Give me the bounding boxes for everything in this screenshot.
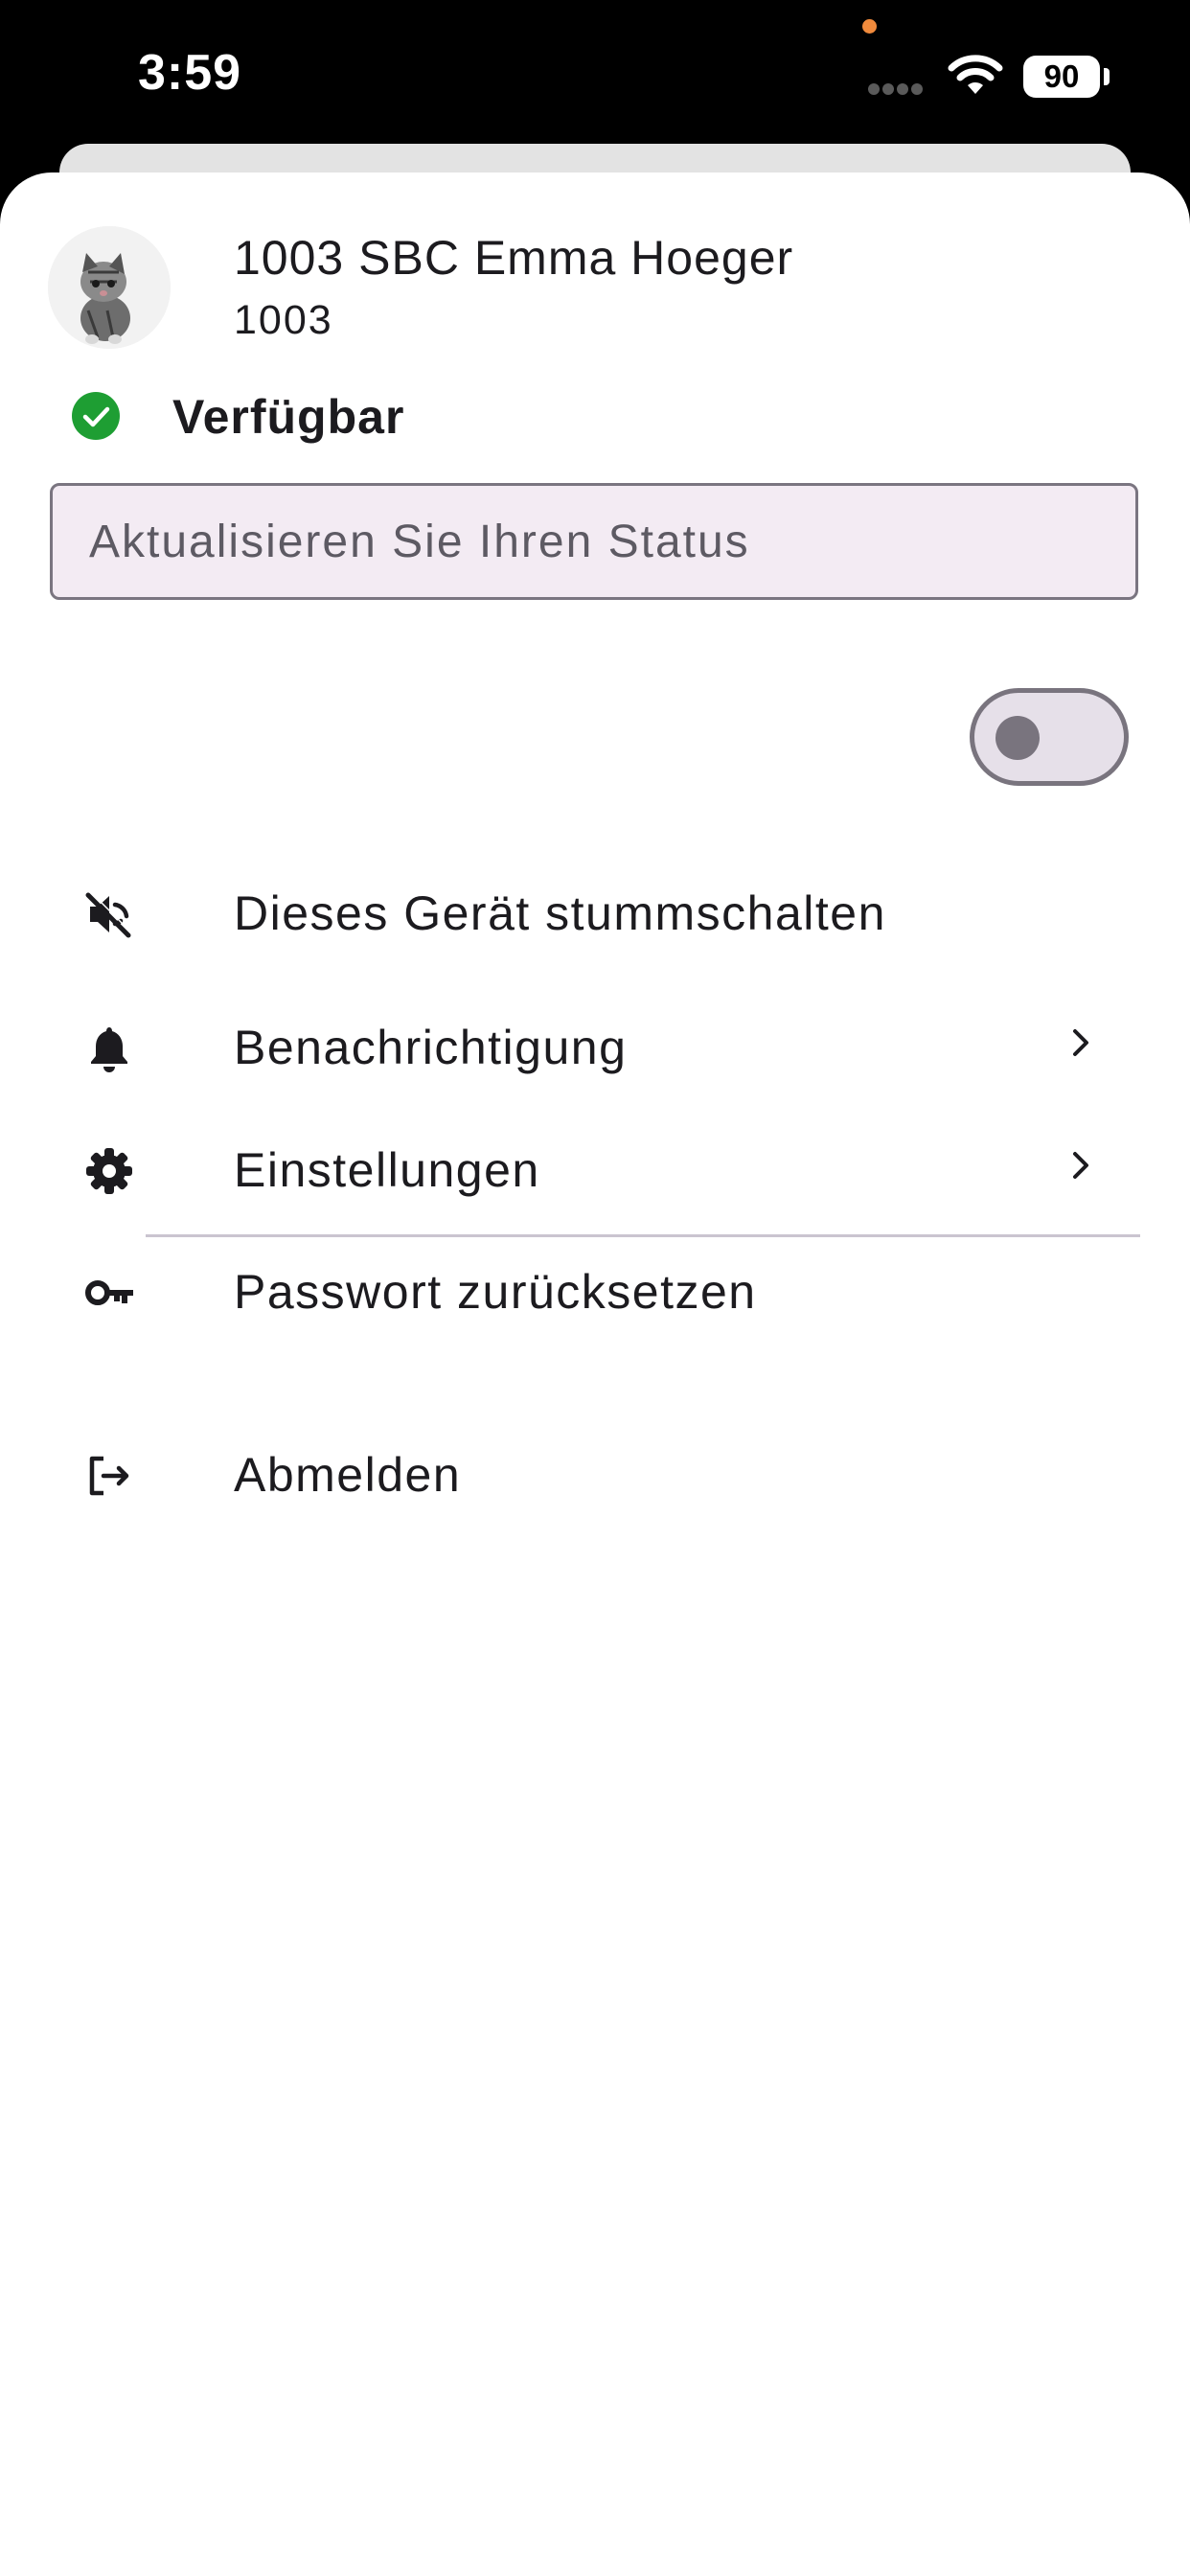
avatar[interactable] xyxy=(48,226,171,349)
battery-indicator: 90 xyxy=(1023,56,1100,98)
battery-cap xyxy=(1104,68,1110,85)
notifications-label: Benachrichtigung xyxy=(234,1021,628,1074)
gear-icon xyxy=(86,1148,132,1194)
mute-device-row[interactable]: Dieses Gerät stummschalten xyxy=(0,862,1190,958)
settings-label: Einstellungen xyxy=(234,1143,540,1197)
mute-device-label: Dieses Gerät stummschalten xyxy=(234,886,886,940)
privacy-indicator xyxy=(862,19,877,34)
chevron-right-icon xyxy=(1073,1029,1088,1056)
logout-icon xyxy=(89,1456,129,1496)
profile-name: 1003 SBC Emma Hoeger xyxy=(234,231,794,285)
check-circle-icon xyxy=(72,392,120,440)
logout-row[interactable]: Abmelden xyxy=(0,1424,1190,1520)
mute-toggle[interactable] xyxy=(970,688,1129,786)
reset-password-row[interactable]: Passwort zurücksetzen xyxy=(0,1241,1190,1337)
kitten-avatar-image xyxy=(48,226,171,349)
toggle-knob xyxy=(995,716,1040,760)
status-bar: 3:59 90 xyxy=(0,0,1190,144)
logout-label: Abmelden xyxy=(234,1448,462,1502)
divider xyxy=(146,1234,1140,1237)
clock: 3:59 xyxy=(138,45,242,101)
chevron-right-icon xyxy=(1073,1152,1088,1179)
volume-off-icon xyxy=(85,891,132,938)
status-input[interactable] xyxy=(50,483,1138,600)
reset-password-label: Passwort zurücksetzen xyxy=(234,1265,757,1319)
settings-row[interactable]: Einstellungen xyxy=(0,1119,1190,1215)
profile-extension: 1003 xyxy=(234,297,333,343)
cellular-signal-icon xyxy=(868,82,926,100)
presence-status[interactable]: Verfügbar xyxy=(172,389,404,445)
bell-icon xyxy=(91,1027,127,1072)
key-icon xyxy=(85,1280,133,1305)
wifi-icon xyxy=(948,55,1003,94)
account-sheet: 1003 SBC Emma Hoeger 1003 Verfügbar Dies… xyxy=(0,172,1190,2576)
notifications-row[interactable]: Benachrichtigung xyxy=(0,997,1190,1092)
